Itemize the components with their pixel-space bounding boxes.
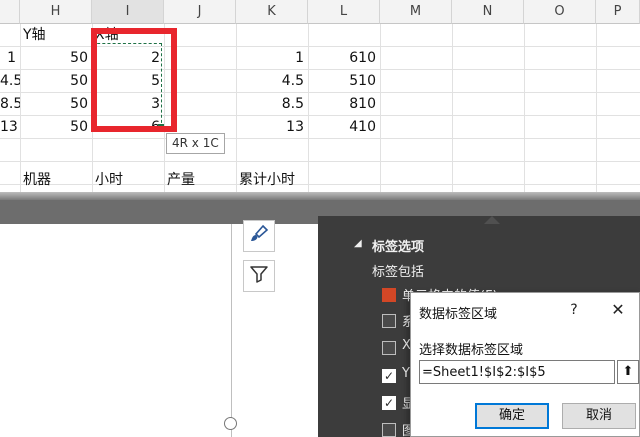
filter-icon: [249, 264, 269, 288]
legend-key-checkbox[interactable]: [382, 423, 396, 437]
column-header-m[interactable]: M: [380, 0, 452, 24]
data-label-range-dialog: 数据标签区域 ? ✕ 选择数据标签区域 ⬆ 确定 取消: [410, 292, 640, 437]
chart-resize-handle[interactable]: [224, 417, 237, 430]
y-value-label: Y: [402, 366, 410, 381]
paintbrush-icon: [249, 224, 269, 248]
show-leader-lines-checkbox[interactable]: ✓: [382, 396, 396, 410]
cell-h[interactable]: 50: [20, 47, 92, 70]
cell-l[interactable]: 510: [308, 70, 380, 93]
cancel-button[interactable]: 取消: [562, 403, 636, 429]
cell-header-hours[interactable]: 小时: [92, 169, 164, 192]
range-prompt-label: 选择数据标签区域: [419, 343, 524, 358]
cell-header-cumulative-hours[interactable]: 累计小时: [236, 169, 308, 192]
spreadsheet-grid[interactable]: H I J K L M N O P Y轴 X轴 1 50 2 1 610 4.5…: [0, 0, 640, 200]
cell-header-machine[interactable]: 机器: [20, 169, 92, 192]
selection-size-tooltip: 4R x 1C: [166, 133, 225, 154]
cell-l[interactable]: 810: [308, 93, 380, 116]
cell-h[interactable]: 50: [20, 93, 92, 116]
cell-g[interactable]: 13: [0, 116, 20, 139]
dialog-title: 数据标签区域: [419, 307, 498, 322]
collapse-dialog-button[interactable]: ⬆: [617, 360, 639, 384]
cell-h[interactable]: 50: [20, 70, 92, 93]
close-icon[interactable]: ✕: [607, 299, 629, 321]
column-header-l[interactable]: L: [308, 0, 380, 24]
cell-k[interactable]: 13: [236, 116, 308, 139]
cell-k[interactable]: 8.5: [236, 93, 308, 116]
ok-button[interactable]: 确定: [475, 403, 549, 429]
pane-pointer-icon: [484, 216, 500, 224]
column-header-n[interactable]: N: [452, 0, 524, 24]
chart-filters-button[interactable]: [243, 260, 275, 292]
cell-k[interactable]: 4.5: [236, 70, 308, 93]
chart-styles-button[interactable]: [243, 220, 275, 252]
y-value-checkbox[interactable]: ✓: [382, 369, 396, 383]
column-header-g[interactable]: [0, 0, 20, 24]
grid-line: [380, 24, 381, 200]
cell-l[interactable]: 610: [308, 47, 380, 70]
x-value-checkbox[interactable]: [382, 341, 396, 355]
column-header-p[interactable]: P: [596, 0, 640, 24]
grid-line: [524, 24, 525, 200]
help-icon[interactable]: ?: [563, 299, 585, 321]
collapse-triangle-icon[interactable]: ◢: [354, 238, 362, 249]
column-header-h[interactable]: H: [20, 0, 92, 24]
cell-k[interactable]: 1: [236, 47, 308, 70]
label-options-heading[interactable]: 标签选项: [372, 236, 424, 255]
chart-area[interactable]: [0, 224, 232, 437]
grid-line: [596, 24, 597, 200]
column-header-i[interactable]: I: [92, 0, 164, 24]
column-header-o[interactable]: O: [524, 0, 596, 24]
format-pane-header: [318, 216, 640, 224]
cell-l[interactable]: 410: [308, 116, 380, 139]
range-reference-input[interactable]: [419, 360, 615, 384]
grid-line: [0, 161, 640, 162]
series-name-checkbox[interactable]: [382, 314, 396, 328]
value-from-cells-checkbox[interactable]: [382, 288, 396, 302]
cell-g[interactable]: 1: [0, 47, 20, 70]
cell-header-output[interactable]: 产量: [164, 169, 236, 192]
cell-g[interactable]: 8.5: [0, 93, 20, 116]
grid-line: [452, 24, 453, 200]
cell-g[interactable]: 4.5: [0, 70, 20, 93]
label-contains-heading: 标签包括: [372, 265, 425, 280]
column-header-j[interactable]: J: [164, 0, 236, 24]
sheet-bottom-edge: [0, 192, 640, 200]
cell-h-header[interactable]: Y轴: [20, 24, 92, 47]
cell-h[interactable]: 50: [20, 116, 92, 139]
highlight-annotation-box: [91, 28, 177, 132]
column-header-k[interactable]: K: [236, 0, 308, 24]
